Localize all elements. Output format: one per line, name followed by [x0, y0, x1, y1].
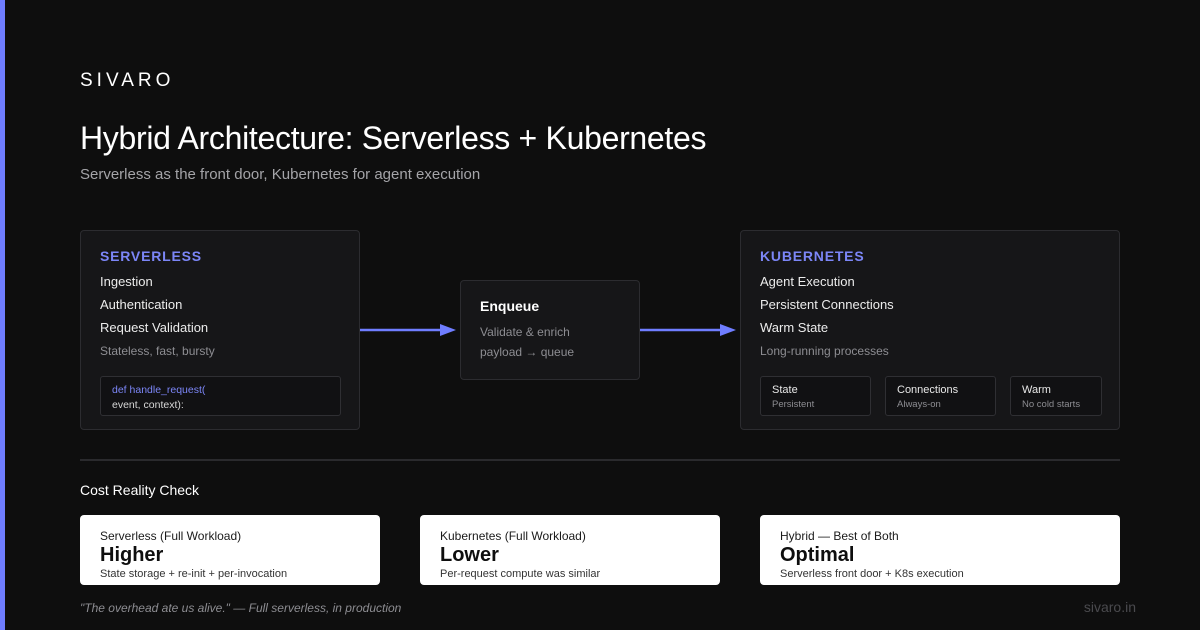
mini-card-sub: No cold starts [1022, 399, 1081, 410]
serverless-note: Stateless, fast, bursty [100, 344, 215, 358]
cost-value: Higher [100, 544, 164, 566]
footer-site-link[interactable]: sivaro.in [1084, 599, 1136, 615]
cost-section-title: Cost Reality Check [80, 482, 200, 498]
serverless-item: Ingestion [100, 274, 153, 289]
cost-card-serverless: Serverless (Full Workload) Higher State … [80, 515, 380, 585]
serverless-item: Authentication [100, 297, 183, 312]
connections-card: Connections Always-on [885, 376, 996, 416]
footer-quote: "The overhead ate us alive." — Full serv… [80, 601, 402, 615]
serverless-item: Request Validation [100, 320, 209, 335]
cost-card-hybrid: Hybrid — Best of Both Optimal Serverless… [760, 515, 1120, 585]
section-divider [80, 459, 1120, 461]
cost-label: Serverless (Full Workload) [100, 529, 242, 543]
cost-desc: Serverless front door + K8s execution [780, 568, 964, 580]
warm-card: Warm No cold starts [1010, 376, 1102, 416]
kubernetes-note: Long-running processes [760, 344, 889, 358]
serverless-panel: SERVERLESS Ingestion Authentication Requ… [80, 230, 360, 430]
kubernetes-item: Persistent Connections [760, 297, 894, 312]
arrow-enqueue-to-kubernetes [640, 324, 736, 336]
enqueue-box: Enqueue Validate & enrich payload → queu… [460, 280, 640, 380]
cost-label: Hybrid — Best of Both [780, 529, 899, 543]
cost-card-kubernetes: Kubernetes (Full Workload) Lower Per-req… [420, 515, 720, 585]
mini-card-title: State [772, 384, 798, 396]
cost-value: Optimal [780, 544, 855, 566]
accent-bar [0, 0, 5, 630]
code-line: event, context): [112, 399, 184, 411]
kubernetes-item: Agent Execution [760, 274, 855, 289]
enqueue-line: payload → queue [480, 345, 575, 359]
cost-label: Kubernetes (Full Workload) [440, 529, 586, 543]
arrow-serverless-to-enqueue [360, 324, 456, 336]
kubernetes-item: Warm State [760, 320, 829, 335]
mini-card-sub: Always-on [897, 399, 941, 410]
enqueue-line: Validate & enrich [480, 325, 570, 339]
code-line: def handle_request( [112, 384, 206, 396]
code-snippet: def handle_request( event, context): [100, 376, 341, 416]
brand-logo: SIVARO [80, 70, 175, 91]
page-title: Hybrid Architecture: Serverless + Kubern… [80, 120, 707, 156]
serverless-heading: SERVERLESS [100, 248, 202, 264]
mini-card-sub: Persistent [772, 399, 815, 410]
mini-card-title: Warm [1022, 384, 1051, 396]
kubernetes-heading: KUBERNETES [760, 248, 865, 264]
cost-value: Lower [440, 544, 499, 566]
kubernetes-panel: KUBERNETES Agent Execution Persistent Co… [740, 230, 1120, 430]
cost-desc: State storage + re-init + per-invocation [100, 568, 288, 580]
cost-desc: Per-request compute was similar [440, 568, 601, 580]
page-subtitle: Serverless as the front door, Kubernetes… [80, 166, 481, 183]
state-card: State Persistent [760, 376, 871, 416]
enqueue-title: Enqueue [480, 298, 540, 314]
mini-card-title: Connections [897, 384, 959, 396]
